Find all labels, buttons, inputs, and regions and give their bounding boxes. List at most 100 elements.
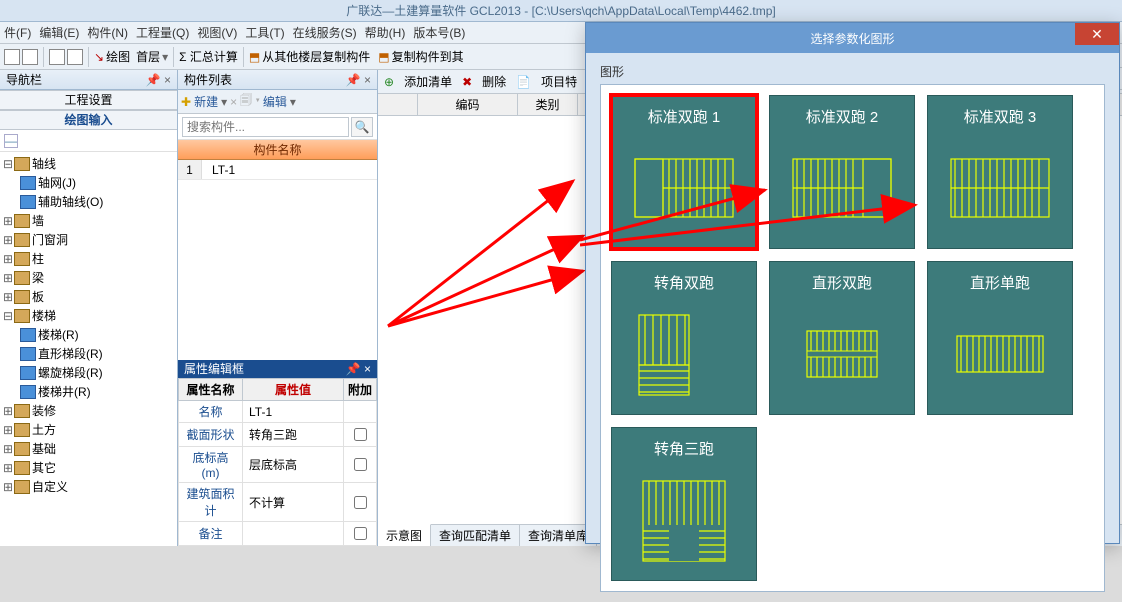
- shape-thumb[interactable]: 转角双跑: [611, 261, 757, 415]
- pin-icon[interactable]: 📌 ×: [146, 70, 171, 89]
- menu-qty[interactable]: 工程量(Q): [132, 22, 193, 43]
- tree-folder[interactable]: ⊟楼梯: [2, 306, 175, 325]
- tab-diagram[interactable]: 示意图: [378, 524, 431, 546]
- prop-table: 属性名称 属性值 附加 名称LT-1截面形状转角三跑底标高(m)层底标高建筑面积…: [178, 378, 377, 546]
- pin-icon[interactable]: 📌 ×: [346, 360, 371, 378]
- shape-thumb[interactable]: 标准双跑 1: [611, 95, 757, 249]
- complist-title: 构件列表 📌 ×: [178, 70, 377, 90]
- home-button[interactable]: 首层: [136, 48, 160, 65]
- nav-tree: ⊟轴线轴网(J)辅助轴线(O)⊞墙⊞门窗洞⊞柱⊞梁⊞板⊟楼梯楼梯(R)直形梯段(…: [0, 152, 177, 546]
- shape-thumb[interactable]: 转角三跑: [611, 427, 757, 581]
- thumb-graphic: [934, 137, 1066, 238]
- save-icon[interactable]: [22, 49, 38, 65]
- nav-section-settings[interactable]: 工程设置: [0, 90, 177, 110]
- thumb-graphic: [618, 137, 750, 238]
- thumb-label: 标准双跑 1: [648, 106, 721, 127]
- tree-folder[interactable]: ⊞装修: [2, 401, 175, 420]
- thumb-container: 标准双跑 1 标准双跑 2 标准双跑 3 转角双跑 直形双跑 直形单跑转角三跑: [600, 84, 1105, 592]
- thumb-graphic: [618, 303, 750, 404]
- copy-floor-button[interactable]: 从其他楼层复制构件: [262, 48, 370, 65]
- thumb-label: 转角三跑: [654, 438, 714, 459]
- draw-button[interactable]: 绘图: [106, 48, 130, 65]
- pin-icon[interactable]: 📌 ×: [346, 70, 371, 89]
- search-button[interactable]: 🔍: [351, 117, 373, 137]
- complist-toolbar: ✚ 新建 ▾ × 🗐 ▾ 编辑 ▾: [178, 90, 377, 114]
- prop-check[interactable]: [354, 458, 367, 471]
- prop-row[interactable]: 备注: [179, 522, 377, 546]
- annotation-arrows: [378, 116, 588, 516]
- tree-folder[interactable]: ⊞自定义: [2, 477, 175, 496]
- tree-item[interactable]: 轴网(J): [2, 173, 175, 192]
- copy-comp-button[interactable]: 复制构件到其: [392, 48, 464, 65]
- param-shape-dialog: 选择参数化图形 ✕ 图形 标准双跑 1 标准双跑 2 标准双跑 3 转角双跑 直形双跑 直…: [585, 22, 1120, 544]
- nav-title: 导航栏 📌 ×: [0, 70, 177, 90]
- tree-item[interactable]: 楼梯(R): [2, 325, 175, 344]
- tree-folder[interactable]: ⊞门窗洞: [2, 230, 175, 249]
- sum-button[interactable]: Σ 汇总计算: [179, 48, 238, 65]
- thumb-graphic: [776, 137, 908, 238]
- prop-check[interactable]: [354, 428, 367, 441]
- thumb-label: 直形双跑: [812, 272, 872, 293]
- tree-item[interactable]: 楼梯井(R): [2, 382, 175, 401]
- prop-row[interactable]: 底标高(m)层底标高: [179, 447, 377, 483]
- tree-item[interactable]: 辅助轴线(O): [2, 192, 175, 211]
- prop-row[interactable]: 名称LT-1: [179, 401, 377, 423]
- del-list-button[interactable]: 删除: [482, 73, 506, 90]
- tree-folder[interactable]: ⊞土方: [2, 420, 175, 439]
- list-header: 构件名称: [178, 140, 377, 160]
- group-label: 图形: [600, 63, 1105, 80]
- tree-folder[interactable]: ⊟轴线: [2, 154, 175, 173]
- prop-check[interactable]: [354, 527, 367, 540]
- list-row[interactable]: 1 LT-1: [178, 160, 377, 180]
- thumb-graphic: [934, 303, 1066, 404]
- tree-folder[interactable]: ⊞其它: [2, 458, 175, 477]
- thumb-label: 标准双跑 3: [964, 106, 1037, 127]
- component-list-panel: 构件列表 📌 × ✚ 新建 ▾ × 🗐 ▾ 编辑 ▾ 🔍 构件名称 1 LT-1…: [178, 70, 378, 546]
- prop-row[interactable]: 建筑面积计不计算: [179, 483, 377, 522]
- tree-folder[interactable]: ⊞板: [2, 287, 175, 306]
- thumb-label: 标准双跑 2: [806, 106, 879, 127]
- tree-folder[interactable]: ⊞梁: [2, 268, 175, 287]
- menu-tools[interactable]: 工具(T): [241, 22, 288, 43]
- menu-online[interactable]: 在线服务(S): [289, 22, 361, 43]
- open-icon[interactable]: [4, 49, 20, 65]
- shape-thumb[interactable]: 标准双跑 2: [769, 95, 915, 249]
- prop-row[interactable]: 截面形状转角三跑: [179, 423, 377, 447]
- thumb-label: 直形单跑: [970, 272, 1030, 293]
- thumb-graphic: [618, 469, 750, 570]
- add-list-button[interactable]: 添加清单: [404, 73, 452, 90]
- collapse-icon[interactable]: —: [4, 134, 18, 148]
- redo-icon[interactable]: [67, 49, 83, 65]
- thumb-graphic: [776, 303, 908, 404]
- tree-folder[interactable]: ⊞柱: [2, 249, 175, 268]
- search-input[interactable]: [182, 117, 349, 137]
- proj-button[interactable]: 项目特: [541, 73, 577, 90]
- nav-panel: 导航栏 📌 × 工程设置 绘图输入 — ⊟轴线轴网(J)辅助轴线(O)⊞墙⊞门窗…: [0, 70, 178, 546]
- close-button[interactable]: ✕: [1075, 23, 1119, 45]
- menu-version[interactable]: 版本号(B): [409, 22, 469, 43]
- menu-file[interactable]: 件(F): [0, 22, 35, 43]
- shape-thumb[interactable]: 直形双跑: [769, 261, 915, 415]
- tree-folder[interactable]: ⊞基础: [2, 439, 175, 458]
- shape-thumb[interactable]: 标准双跑 3: [927, 95, 1073, 249]
- search-bar: 🔍: [178, 114, 377, 140]
- edit-button[interactable]: 编辑: [263, 93, 287, 110]
- thumb-label: 转角双跑: [654, 272, 714, 293]
- undo-icon[interactable]: [49, 49, 65, 65]
- tree-folder[interactable]: ⊞墙: [2, 211, 175, 230]
- prop-title: 属性编辑框 📌 ×: [178, 360, 377, 378]
- new-button[interactable]: 新建: [194, 93, 218, 110]
- tab-match[interactable]: 查询匹配清单: [431, 525, 520, 546]
- shape-thumb[interactable]: 直形单跑: [927, 261, 1073, 415]
- menu-comp[interactable]: 构件(N): [83, 22, 132, 43]
- menu-help[interactable]: 帮助(H): [361, 22, 410, 43]
- list-body: 1 LT-1: [178, 160, 377, 360]
- menu-view[interactable]: 视图(V): [193, 22, 241, 43]
- tree-item[interactable]: 直形梯段(R): [2, 344, 175, 363]
- prop-check[interactable]: [354, 496, 367, 509]
- dialog-title: 选择参数化图形 ✕: [586, 23, 1119, 53]
- menu-edit[interactable]: 编辑(E): [35, 22, 83, 43]
- nav-section-draw[interactable]: 绘图输入: [0, 110, 177, 130]
- delete-button[interactable]: ×: [230, 95, 237, 109]
- tree-item[interactable]: 螺旋梯段(R): [2, 363, 175, 382]
